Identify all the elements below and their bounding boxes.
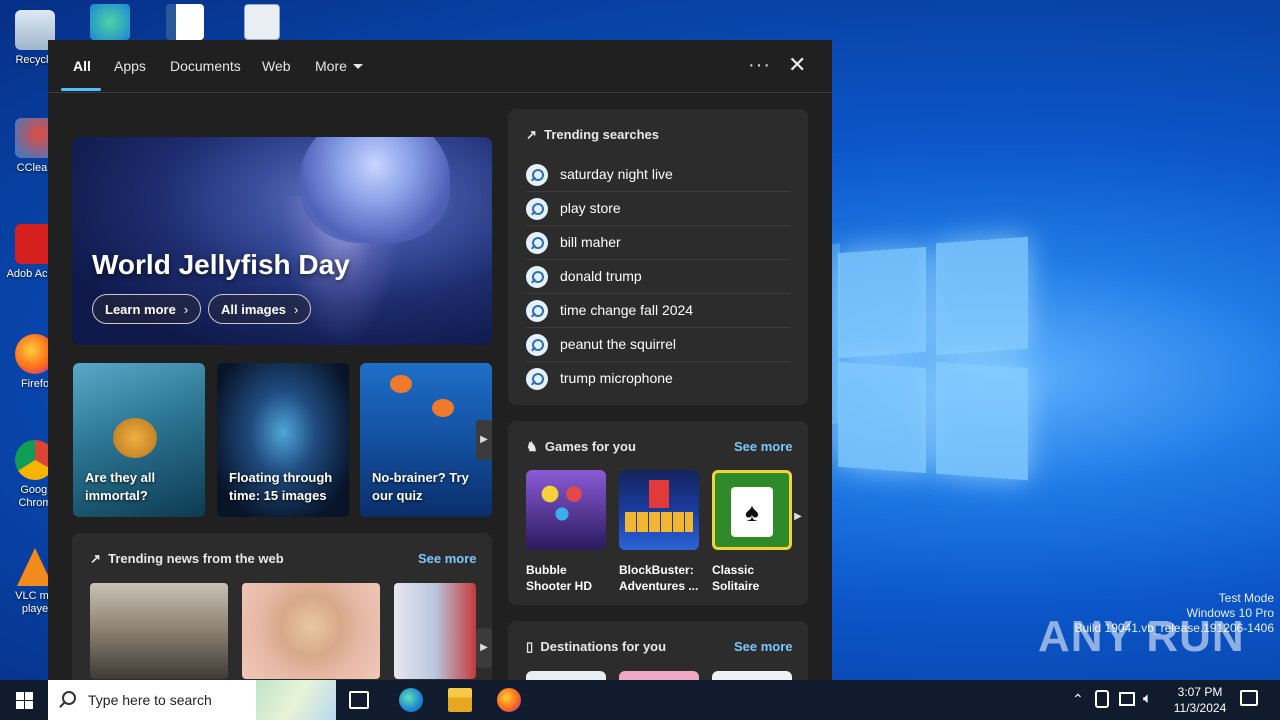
jellyfish-image [432, 399, 454, 417]
card-quiz[interactable]: No-brainer? Try our quiz [360, 363, 492, 517]
trending-search-item[interactable]: bill maher [526, 226, 790, 260]
image-file-icon[interactable] [244, 4, 280, 40]
search-tabs: All Apps Documents Web More ··· ✕ [48, 40, 832, 93]
tab-apps[interactable]: Apps [114, 58, 146, 74]
games-heading: ♞ Games for you [526, 439, 636, 454]
test-mode-watermark: Test Mode Windows 10 Pro Build 19041.vb_… [1074, 591, 1275, 635]
bubble-shooter-thumbnail [526, 470, 606, 550]
windows-start-icon [16, 692, 24, 700]
carousel-next-icon[interactable]: ▶ [792, 497, 804, 537]
destination-thumbnail[interactable] [619, 671, 699, 680]
jellyfish-image [113, 418, 157, 458]
carousel-next-icon[interactable]: ▶ [476, 628, 492, 668]
search-icon [526, 164, 548, 186]
search-icon [526, 368, 548, 390]
search-highlight-image [256, 680, 336, 720]
all-images-button[interactable]: All images › [208, 294, 312, 324]
task-view-icon[interactable] [349, 691, 369, 709]
games-section: ♞ Games for you See more Bubble Shooter … [508, 421, 808, 605]
destinations-heading: ▯ Destinations for you [526, 639, 667, 654]
search-icon [526, 266, 548, 288]
hero-banner[interactable]: World Jellyfish Day Learn more › All imag… [72, 137, 492, 345]
network-icon[interactable] [1119, 692, 1135, 706]
trending-news-heading: ↗ Trending news from the web [90, 551, 284, 566]
spade-card-icon: ♠ [731, 487, 773, 537]
chevron-right-icon: › [294, 302, 299, 317]
notifications-icon[interactable] [1240, 690, 1258, 706]
tab-documents[interactable]: Documents [170, 58, 241, 74]
trending-searches-heading: ↗ Trending searches [526, 127, 660, 142]
destination-thumbnail[interactable] [712, 671, 792, 680]
trending-arrow-icon: ↗ [90, 551, 101, 566]
search-icon [526, 232, 548, 254]
tab-more[interactable]: More [315, 58, 363, 74]
trending-news-see-more-link[interactable]: See more [418, 551, 477, 566]
games-see-more-link[interactable]: See more [734, 439, 793, 454]
system-clock[interactable]: 3:07 PM 11/3/2024 [1160, 684, 1240, 716]
jellyfish-image [390, 375, 412, 393]
taskbar: Type here to search ⌃ 🔈︎ 3:07 PM 11/3/20… [0, 680, 1280, 720]
edge-taskbar-icon[interactable] [399, 688, 423, 712]
trending-search-item[interactable]: play store [526, 192, 790, 226]
search-panel: All Apps Documents Web More ··· ✕ World … [48, 40, 832, 680]
news-thumbnail[interactable] [242, 583, 380, 679]
trending-searches-section: ↗ Trending searches saturday night live … [508, 109, 808, 405]
active-tab-indicator [61, 88, 101, 91]
chess-pieces-icon: ♞ [526, 439, 538, 454]
word-document-icon[interactable] [166, 4, 204, 40]
solitaire-thumbnail: ♠ [712, 470, 792, 550]
learn-more-button[interactable]: Learn more › [92, 294, 202, 324]
edge-desktop-icon[interactable] [90, 4, 130, 40]
game-tile[interactable]: ♠ Classic Solitaire [712, 470, 792, 594]
news-thumbnail[interactable] [90, 583, 228, 679]
trending-search-item[interactable]: trump microphone [526, 362, 790, 396]
game-tile[interactable]: BlockBuster: Adventures ... [619, 470, 699, 594]
luggage-icon: ▯ [526, 639, 534, 654]
file-explorer-icon[interactable] [448, 688, 472, 712]
search-icon [526, 334, 548, 356]
destinations-see-more-link[interactable]: See more [734, 639, 793, 654]
search-icon [526, 300, 548, 322]
meet-now-icon[interactable] [1095, 690, 1109, 708]
game-tile[interactable]: Bubble Shooter HD [526, 470, 606, 594]
card-immortal[interactable]: Are they all immortal? [73, 363, 205, 517]
carousel-next-icon[interactable]: ▶ [476, 420, 492, 460]
search-icon [526, 198, 548, 220]
hero-title: World Jellyfish Day [92, 249, 350, 280]
trending-search-item[interactable]: time change fall 2024 [526, 294, 790, 328]
tab-web[interactable]: Web [262, 58, 291, 74]
destinations-section: ▯ Destinations for you See more [508, 621, 808, 680]
trending-search-item[interactable]: saturday night live [526, 158, 790, 192]
news-thumbnail[interactable] [394, 583, 476, 679]
firefox-taskbar-icon[interactable] [497, 688, 521, 712]
blockbuster-thumbnail [619, 470, 699, 550]
search-placeholder: Type here to search [88, 692, 212, 708]
chevron-right-icon: › [183, 302, 189, 317]
card-floating[interactable]: Floating through time: 15 images [217, 363, 349, 517]
jellyfish-bell-image [300, 137, 450, 243]
more-options-icon[interactable]: ··· [748, 54, 771, 77]
windows-logo-wallpaper [838, 236, 1028, 481]
trending-arrow-icon: ↗ [526, 127, 537, 142]
taskbar-search-box[interactable]: Type here to search [48, 680, 336, 720]
start-button[interactable] [0, 680, 48, 720]
close-icon[interactable]: ✕ [788, 52, 806, 78]
volume-icon[interactable]: 🔈︎ [1143, 690, 1152, 720]
destination-thumbnail[interactable] [526, 671, 606, 680]
caret-down-icon [352, 64, 363, 69]
show-hidden-icons-icon[interactable]: ⌃ [1072, 691, 1084, 720]
trending-search-item[interactable]: donald trump [526, 260, 790, 294]
trending-search-item[interactable]: peanut the squirrel [526, 328, 790, 362]
tab-all[interactable]: All [73, 58, 91, 74]
